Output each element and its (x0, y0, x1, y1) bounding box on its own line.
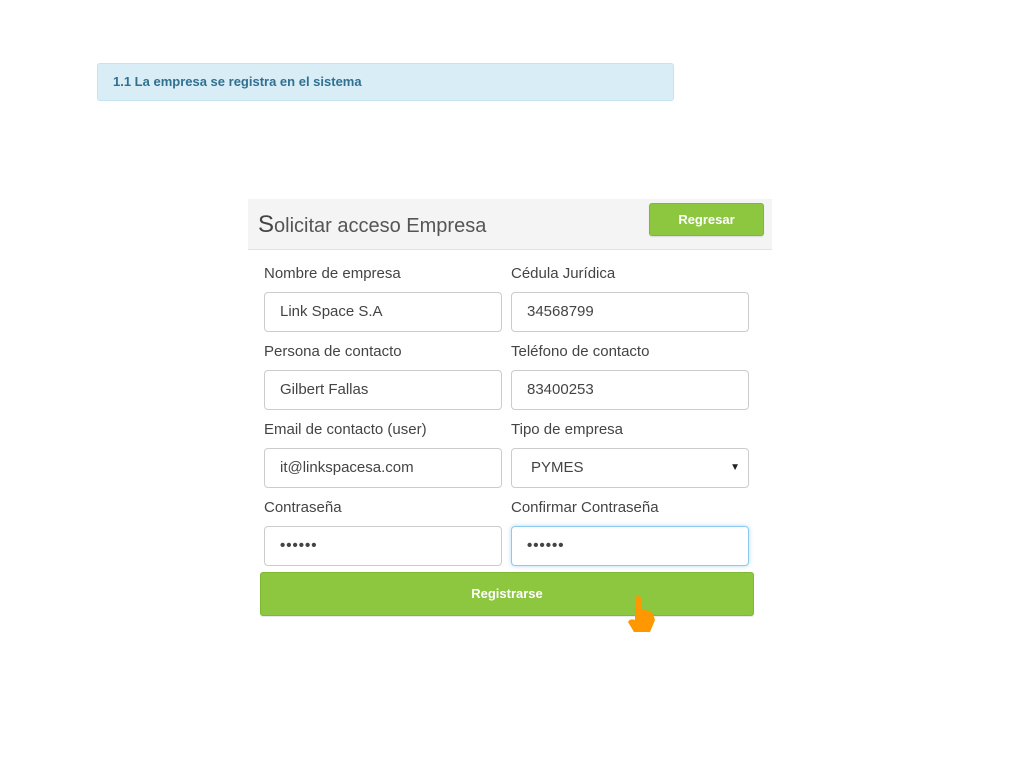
confirm-password-label: Confirmar Contraseña (511, 499, 659, 516)
page-title: Solicitar acceso Empresa (258, 211, 487, 238)
email-input[interactable]: it@linkspacesa.com (264, 448, 502, 488)
email-label: Email de contacto (user) (264, 421, 427, 438)
contact-phone-input[interactable]: 83400253 (511, 370, 749, 410)
confirm-password-input[interactable]: •••••• (511, 526, 749, 566)
section-banner: 1.1 La empresa se registra en el sistema (97, 63, 674, 101)
legal-id-input[interactable]: 34568799 (511, 292, 749, 332)
caret-down-icon: ▼ (730, 462, 740, 473)
back-button[interactable]: Regresar (649, 203, 764, 236)
password-input[interactable]: •••••• (264, 526, 502, 566)
hand-pointer-icon (624, 594, 658, 639)
company-type-label: Tipo de empresa (511, 421, 624, 438)
company-name-label: Nombre de empresa (264, 265, 401, 282)
register-button[interactable]: Registrarse (260, 572, 754, 616)
panel-header: Solicitar acceso Empresa Regresar (248, 199, 772, 250)
company-name-input[interactable]: Link Space S.A (264, 292, 502, 332)
company-type-select[interactable]: PYMES ▼ (511, 448, 749, 488)
contact-person-input[interactable]: Gilbert Fallas (264, 370, 502, 410)
password-label: Contraseña (264, 499, 342, 516)
contact-phone-label: Teléfono de contacto (511, 343, 650, 360)
contact-person-label: Persona de contacto (264, 343, 402, 360)
legal-id-label: Cédula Jurídica (511, 265, 616, 282)
